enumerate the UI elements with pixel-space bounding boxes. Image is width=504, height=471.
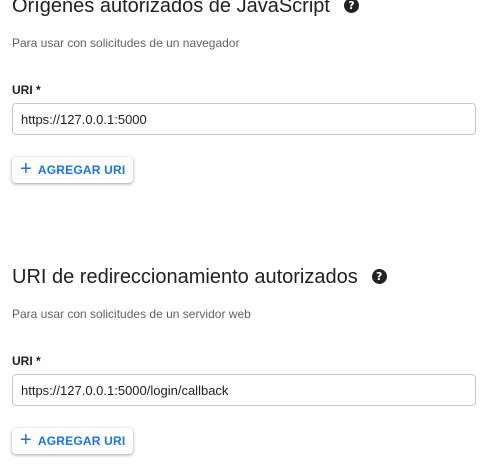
add-uri-label: AGREGAR URI xyxy=(37,434,126,448)
js-origins-section: Orígenes autorizados de JavaScript ? Par… xyxy=(12,0,476,183)
js-origins-title: Orígenes autorizados de JavaScript xyxy=(12,0,330,17)
redirect-uri-input[interactable] xyxy=(12,374,476,406)
js-origin-uri-input[interactable] xyxy=(12,103,476,135)
js-origins-uri-label: URI * xyxy=(12,83,41,97)
redirect-uri-label: URI * xyxy=(12,354,41,368)
add-redirect-uri-button[interactable]: + AGREGAR URI xyxy=(12,428,134,454)
add-uri-label: AGREGAR URI xyxy=(37,163,126,177)
section-title: Orígenes autorizados de JavaScript ? xyxy=(12,0,476,19)
redirect-uris-title: URI de redireccionamiento autorizados xyxy=(12,266,358,288)
plus-icon: + xyxy=(20,158,32,180)
js-origins-subtitle: Para usar con solicitudes de un navegado… xyxy=(12,36,240,50)
help-icon[interactable]: ? xyxy=(371,268,387,284)
add-js-origin-uri-button[interactable]: + AGREGAR URI xyxy=(12,157,134,183)
plus-icon: + xyxy=(20,429,32,451)
redirect-uris-section: URI de redireccionamiento autorizados ? … xyxy=(12,264,476,454)
redirect-uris-subtitle: Para usar con solicitudes de un servidor… xyxy=(12,307,251,321)
help-icon[interactable]: ? xyxy=(343,0,359,13)
section-title: URI de redireccionamiento autorizados ? xyxy=(12,264,476,290)
